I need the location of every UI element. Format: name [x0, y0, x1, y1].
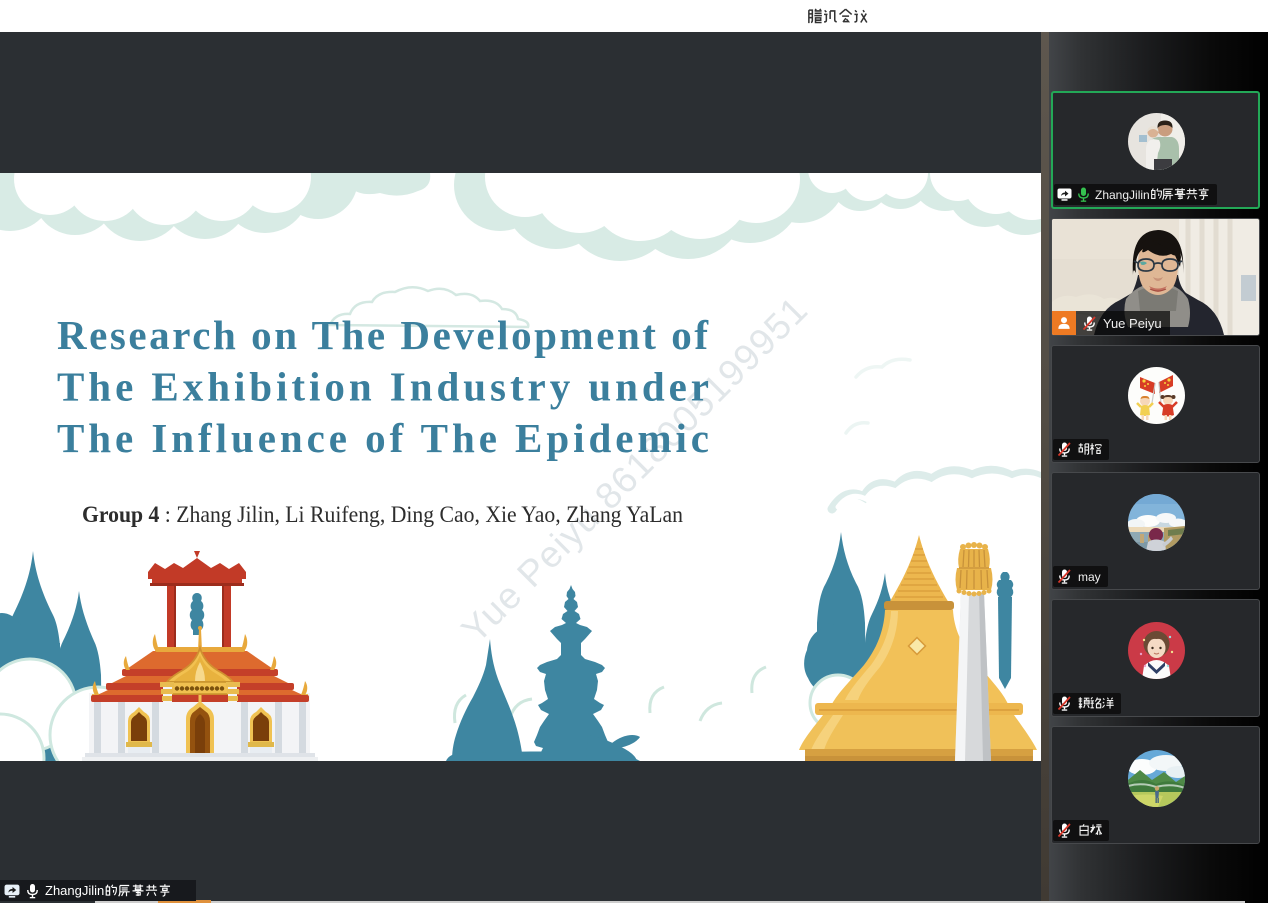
svg-text:The Exhibition Industry under: The Exhibition Industry under — [57, 364, 709, 410]
svg-text:The Influence of The Epidemic: The Influence of The Epidemic — [57, 415, 709, 461]
svg-text:Group 4 : Zhang Jilin, Li Ruif: Group 4 : Zhang Jilin, Li Ruifeng, Ding … — [82, 502, 683, 527]
svg-text:Research on The Development of: Research on The Development of — [57, 312, 709, 358]
